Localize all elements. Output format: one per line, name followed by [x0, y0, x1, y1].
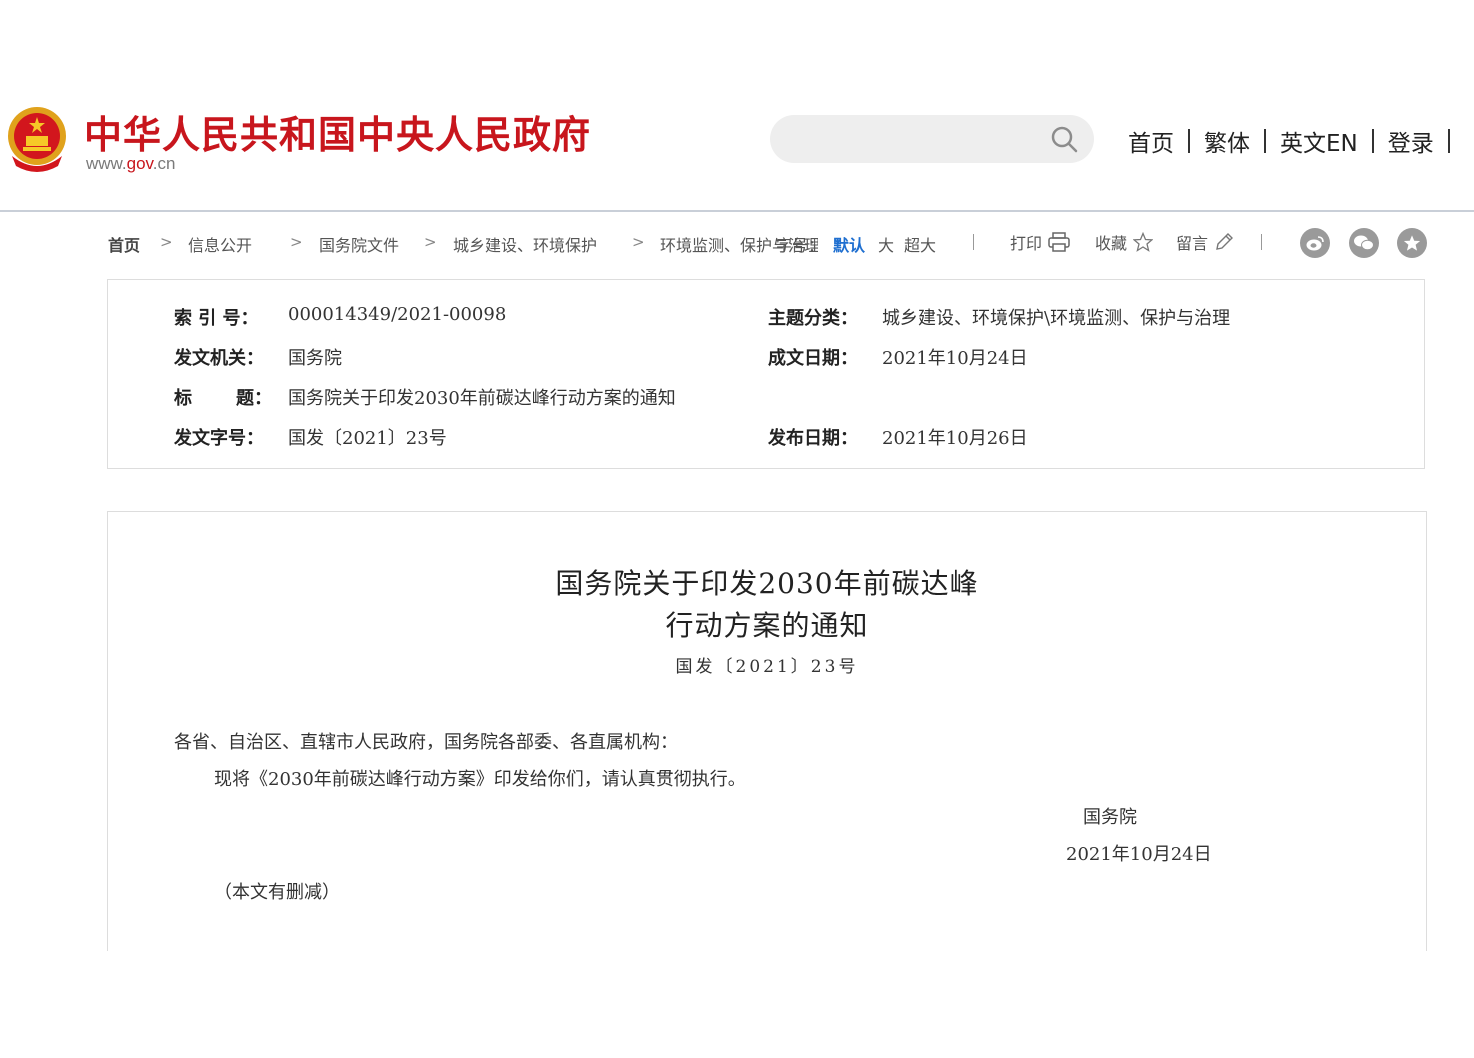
print-label: 打印	[1010, 234, 1043, 253]
breadcrumb: 首页 > 信息公开 > 国务院文件 > 城乡建设、环境保护 > 环境监测、保护与…	[108, 228, 1428, 260]
chevron-right-icon: >	[160, 233, 173, 251]
breadcrumb-info-public[interactable]: 信息公开	[188, 232, 252, 256]
document-metadata: 索 引 号： 000014349/2021-00098 主题分类： 城乡建设、环…	[107, 279, 1425, 469]
chevron-right-icon: >	[290, 233, 303, 251]
site-url-prefix: www.	[86, 154, 127, 173]
chevron-right-icon: >	[632, 233, 645, 251]
article-title-line2: 行动方案的通知	[665, 609, 869, 642]
star-icon	[1133, 232, 1154, 252]
title-value: 国务院关于印发2030年前碳达峰行动方案的通知	[288, 388, 676, 409]
doc-no-value: 国发〔2021〕23号	[288, 428, 447, 449]
site-header: 中华人民共和国中央人民政府 www.gov.cn 首页 繁体 英文EN 登录	[0, 0, 1474, 212]
divider	[1261, 234, 1262, 250]
share-weibo-button[interactable]	[1300, 228, 1330, 258]
publish-date-label: 发布日期：	[768, 428, 858, 449]
font-size-xlarge[interactable]: 超大	[904, 232, 936, 256]
article-signatory: 国务院	[1083, 807, 1137, 828]
issuer-value: 国务院	[288, 348, 342, 369]
favorite-label: 收藏	[1095, 234, 1128, 253]
wechat-icon	[1354, 235, 1374, 251]
nav-separator	[1371, 129, 1374, 153]
font-size-large[interactable]: 大	[878, 232, 894, 256]
star-icon	[1403, 235, 1421, 251]
weibo-icon	[1306, 236, 1324, 251]
nav-separator	[1447, 129, 1450, 153]
share-wechat-button[interactable]	[1349, 228, 1379, 258]
share-favorite-button[interactable]	[1397, 228, 1427, 258]
breadcrumb-home[interactable]: 首页	[108, 232, 140, 256]
breadcrumb-state-council-docs[interactable]: 国务院文件	[319, 232, 399, 256]
nav-home[interactable]: 首页	[1128, 124, 1174, 158]
nav-separator	[1188, 129, 1190, 153]
site-url-brand: gov	[126, 154, 153, 173]
divider	[973, 234, 974, 250]
printer-icon	[1048, 232, 1070, 252]
font-size-label: 字号：	[776, 236, 825, 255]
favorite-button[interactable]: 收藏	[1095, 230, 1154, 254]
publish-date-value: 2021年10月26日	[882, 428, 1028, 449]
written-date-label: 成文日期：	[768, 348, 858, 369]
index-no-label: 索 引 号：	[174, 308, 259, 329]
site-url-suffix: .cn	[152, 154, 176, 173]
national-emblem-icon[interactable]	[6, 106, 68, 174]
font-size-default[interactable]: 默认	[833, 232, 865, 256]
article-title-line1: 国务院关于印发2030年前碳达峰	[555, 567, 979, 600]
site-title[interactable]: 中华人民共和国中央人民政府	[84, 104, 591, 159]
search-icon[interactable]	[1050, 125, 1078, 153]
issuer-label: 发文机关：	[174, 348, 264, 369]
title-label-part2: 题：	[236, 388, 272, 409]
comment-label: 留言	[1176, 234, 1209, 253]
article-body-text: 现将《2030年前碳达峰行动方案》印发给你们，请认真贯彻执行。	[214, 769, 746, 790]
site-url: www.gov.cn	[86, 154, 175, 174]
nav-traditional[interactable]: 繁体	[1204, 124, 1250, 158]
print-button[interactable]: 打印	[1010, 230, 1070, 254]
top-nav: 首页 繁体 英文EN 登录	[1128, 124, 1464, 158]
article-body: 国务院关于印发2030年前碳达峰 行动方案的通知 国发〔2021〕23号 各省、…	[107, 511, 1427, 951]
article-addressee: 各省、自治区、直辖市人民政府，国务院各部委、各直属机构：	[174, 732, 678, 753]
title-label-part1: 标	[174, 388, 192, 409]
index-no-value: 000014349/2021-00098	[288, 304, 507, 325]
article-note: （本文有删减）	[214, 882, 340, 903]
comment-button[interactable]: 留言	[1176, 230, 1234, 254]
nav-separator	[1264, 129, 1266, 153]
article-sign-date: 2021年10月24日	[1066, 844, 1212, 865]
written-date-value: 2021年10月24日	[882, 348, 1028, 369]
search-input[interactable]	[770, 115, 1094, 163]
category-value: 城乡建设、环境保护\环境监测、保护与治理	[882, 308, 1231, 329]
nav-login[interactable]: 登录	[1388, 124, 1434, 158]
category-label: 主题分类：	[768, 308, 858, 329]
pencil-icon	[1216, 233, 1234, 250]
breadcrumb-urban-rural[interactable]: 城乡建设、环境保护	[453, 232, 597, 256]
nav-english[interactable]: 英文EN	[1280, 124, 1358, 158]
doc-no-label: 发文字号：	[174, 428, 264, 449]
chevron-right-icon: >	[424, 233, 437, 251]
article-doc-no: 国发〔2021〕23号	[675, 657, 859, 677]
